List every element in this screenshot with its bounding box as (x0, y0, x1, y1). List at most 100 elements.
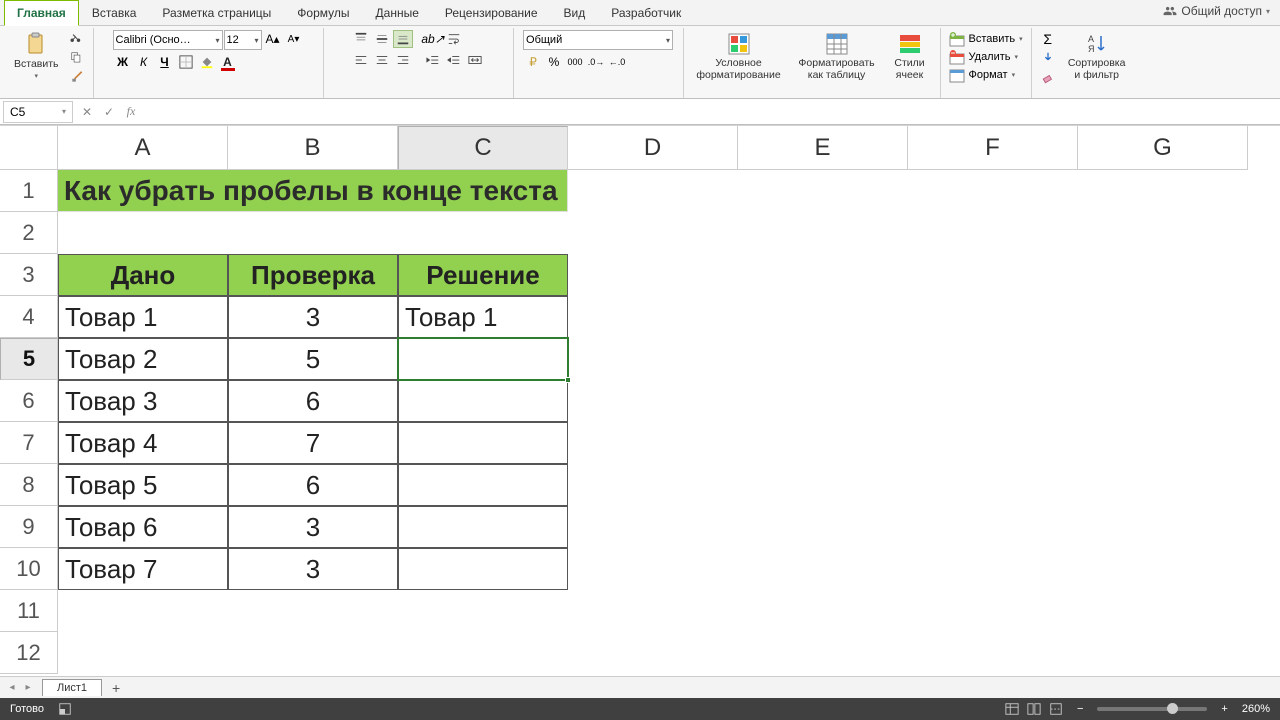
col-header-E[interactable]: E (738, 126, 908, 170)
cell-C4[interactable]: Товар 1 (398, 296, 568, 338)
merge-button[interactable] (465, 51, 485, 69)
align-left-button[interactable] (351, 51, 371, 69)
cell-C10[interactable] (398, 548, 568, 590)
zoom-out-button[interactable]: − (1077, 703, 1083, 715)
name-box[interactable]: C5▾ (3, 101, 73, 123)
tab-главная[interactable]: Главная (4, 0, 79, 26)
delete-cells-button[interactable]: Удалить▾ (947, 48, 1021, 66)
row-header-9[interactable]: 9 (0, 506, 58, 548)
tab-вставка[interactable]: Вставка (79, 0, 150, 25)
zoom-level[interactable]: 260% (1242, 703, 1270, 715)
underline-button[interactable]: Ч (155, 53, 175, 71)
cell-C3[interactable]: Решение (398, 254, 568, 296)
cell-C6[interactable] (398, 380, 568, 422)
cell-A3[interactable]: Дано (58, 254, 228, 296)
fill-color-button[interactable] (197, 53, 217, 71)
zoom-slider[interactable] (1097, 707, 1207, 711)
format-painter-button[interactable] (67, 68, 87, 86)
row-header-4[interactable]: 4 (0, 296, 58, 338)
cell-A8[interactable]: Товар 5 (58, 464, 228, 506)
format-cells-button[interactable]: Формат▾ (947, 66, 1018, 84)
zoom-in-button[interactable]: + (1221, 703, 1227, 715)
currency-button[interactable]: ₽ (523, 53, 543, 71)
sheet-nav-first[interactable]: ◂ (4, 680, 20, 696)
font-name-select[interactable]: Calibri (Осно…▾ (113, 30, 223, 50)
col-header-F[interactable]: F (908, 126, 1078, 170)
align-right-button[interactable] (393, 51, 413, 69)
tab-рецензирование[interactable]: Рецензирование (432, 0, 551, 25)
cell-B6[interactable]: 6 (228, 380, 398, 422)
row-header-7[interactable]: 7 (0, 422, 58, 464)
sort-filter-button[interactable]: AЯ Сортировка и фильтр (1062, 30, 1132, 83)
font-color-button[interactable]: A (218, 53, 238, 71)
orientation-button[interactable]: ab↗ (423, 30, 443, 48)
row-header-8[interactable]: 8 (0, 464, 58, 506)
autosum-button[interactable]: Σ (1038, 30, 1058, 48)
increase-decimal-button[interactable]: .0→ (586, 53, 606, 71)
align-center-button[interactable] (372, 51, 392, 69)
cell-B3[interactable]: Проверка (228, 254, 398, 296)
cell-A5[interactable]: Товар 2 (58, 338, 228, 380)
italic-button[interactable]: К (134, 53, 154, 71)
fill-button[interactable] (1038, 49, 1058, 67)
row-header-2[interactable]: 2 (0, 212, 58, 254)
insert-cells-button[interactable]: Вставить▾ (947, 30, 1025, 48)
decrease-indent-button[interactable] (423, 51, 443, 69)
cell-B8[interactable]: 6 (228, 464, 398, 506)
conditional-formatting-button[interactable]: Условное форматирование (690, 30, 788, 83)
cell-C8[interactable] (398, 464, 568, 506)
cell-B10[interactable]: 3 (228, 548, 398, 590)
cell-B5[interactable]: 5 (228, 338, 398, 380)
cell-B4[interactable]: 3 (228, 296, 398, 338)
cell-C9[interactable] (398, 506, 568, 548)
bold-button[interactable]: Ж (113, 53, 133, 71)
cell-A7[interactable]: Товар 4 (58, 422, 228, 464)
normal-view-icon[interactable] (1005, 702, 1019, 716)
cancel-formula-button[interactable]: ✕ (76, 101, 98, 123)
cell-C5[interactable] (398, 338, 568, 380)
row-header-11[interactable]: 11 (0, 590, 58, 632)
clear-button[interactable] (1038, 68, 1058, 86)
decrease-decimal-button[interactable]: ←.0 (607, 53, 627, 71)
cell-A6[interactable]: Товар 3 (58, 380, 228, 422)
align-top-button[interactable] (351, 30, 371, 48)
col-header-C[interactable]: C (398, 126, 568, 170)
cell-B7[interactable]: 7 (228, 422, 398, 464)
copy-button[interactable] (67, 49, 87, 67)
cell-C7[interactable] (398, 422, 568, 464)
wrap-text-button[interactable] (444, 30, 464, 48)
cell-A1[interactable]: Как убрать пробелы в конце текста (58, 170, 568, 212)
row-header-3[interactable]: 3 (0, 254, 58, 296)
tab-формулы[interactable]: Формулы (284, 0, 362, 25)
align-bottom-button[interactable] (393, 30, 413, 48)
paste-button[interactable]: Вставить ▾ (10, 30, 63, 82)
sheet-tab[interactable]: Лист1 (42, 679, 102, 696)
tab-разработчик[interactable]: Разработчик (598, 0, 694, 25)
accept-formula-button[interactable]: ✓ (98, 101, 120, 123)
increase-font-button[interactable]: A▴ (263, 30, 283, 48)
align-middle-button[interactable] (372, 30, 392, 48)
cell-styles-button[interactable]: Стили ячеек (886, 30, 934, 83)
number-format-select[interactable]: Общий▾ (523, 30, 673, 50)
row-header-1[interactable]: 1 (0, 170, 58, 212)
col-header-G[interactable]: G (1078, 126, 1248, 170)
fx-button[interactable]: fx (120, 101, 142, 123)
formula-input[interactable] (142, 101, 1280, 123)
cut-button[interactable] (67, 30, 87, 48)
col-header-B[interactable]: B (228, 126, 398, 170)
page-layout-icon[interactable] (1027, 702, 1041, 716)
cell-A10[interactable]: Товар 7 (58, 548, 228, 590)
share-button[interactable]: Общий доступ ▾ (1163, 4, 1270, 18)
decrease-font-button[interactable]: A▾ (284, 30, 304, 48)
grid[interactable]: ABCDEFG 123456789101112 Как убрать пробе… (0, 125, 1280, 676)
sheet-nav-prev[interactable]: ▸ (20, 680, 36, 696)
comma-button[interactable]: 000 (565, 53, 585, 71)
tab-вид[interactable]: Вид (551, 0, 599, 25)
format-as-table-button[interactable]: Форматировать как таблицу (792, 30, 882, 83)
row-header-10[interactable]: 10 (0, 548, 58, 590)
percent-button[interactable]: % (544, 53, 564, 71)
tab-данные[interactable]: Данные (363, 0, 432, 25)
font-size-select[interactable]: 12▾ (224, 30, 262, 50)
cell-A9[interactable]: Товар 6 (58, 506, 228, 548)
row-header-12[interactable]: 12 (0, 632, 58, 674)
